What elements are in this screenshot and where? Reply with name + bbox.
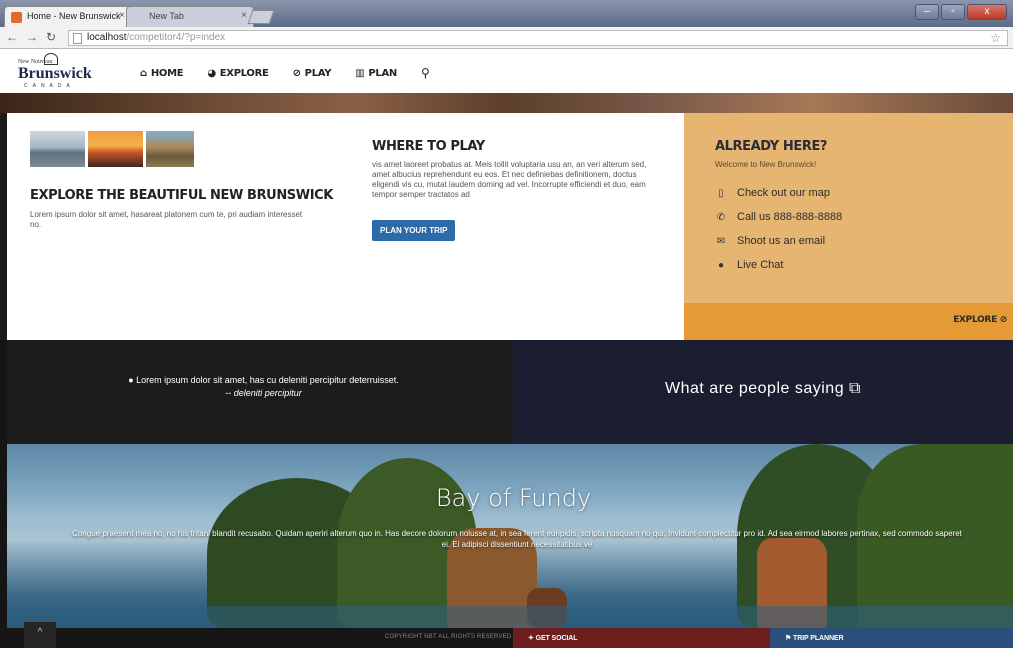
chat-bubble-icon: ● (128, 375, 137, 385)
welcome-text: Welcome to New Brunswick! (715, 160, 817, 169)
logo-main-text: Brunswick (18, 65, 92, 82)
search-icon: ⚲ (420, 66, 430, 80)
address-bar: ← → ↻ localhost/competitor4/?p=index ☆ (0, 27, 1013, 49)
chat-bubble-icon: ● (717, 259, 725, 271)
hero-water (7, 606, 1013, 628)
browser-tab-bar: Home - New Brunswick × New Tab × – ▫ x (0, 0, 1013, 27)
explore-link[interactable]: EXPLORE ⊘ (953, 315, 1007, 325)
bookmark-star-icon[interactable]: ☆ (990, 31, 1001, 45)
scroll-to-top-button[interactable]: ^ (24, 622, 56, 648)
quote-author: -- deleniti percipitur (225, 388, 302, 398)
explore-bar[interactable]: EXPLORE ⊘ (684, 303, 1013, 340)
contact-phone[interactable]: ✆ Call us 888-888-8888 (715, 205, 842, 229)
contact-list: ▯ Check out our map ✆ Call us 888-888-88… (715, 181, 842, 277)
globe-icon: ◕ (207, 67, 216, 79)
brand-logo[interactable]: New Nouveau Brunswick CANADA (18, 53, 98, 89)
quote-block: ● Lorem ipsum dolor sit amet, has cu del… (0, 340, 513, 444)
main-nav: ⌂ HOME ◕ EXPLORE ⊘ PLAY ▥ PLAN ⚲ (140, 66, 430, 80)
hero-title: Bay of Fundy (435, 484, 592, 512)
play-section: WHERE TO PLAY vis amet laoreet probatus … (342, 113, 684, 340)
thumbnail-gallery (30, 131, 194, 167)
contact-label: Call us 888-888-8888 (737, 211, 843, 223)
logo-sub-text: CANADA (24, 83, 75, 89)
url-host: localhost (87, 32, 127, 43)
minimize-button[interactable]: – (915, 4, 939, 20)
tab-label: New Tab (149, 11, 184, 21)
url-input[interactable]: localhost/competitor4/?p=index ☆ (68, 30, 1008, 46)
social-label: GET SOCIAL (535, 635, 578, 642)
bay-of-fundy-hero: Bay of Fundy Congue praesent mea no, no … (0, 444, 1013, 628)
map-icon: ▥ (355, 67, 365, 79)
nav-home[interactable]: ⌂ HOME (140, 66, 184, 80)
planner-label: TRIP PLANNER (793, 635, 844, 642)
explore-title: EXPLORE THE BEAUTIFUL NEW BRUNSWICK (30, 188, 333, 203)
nav-play[interactable]: ⊘ PLAY (293, 66, 332, 80)
page-icon (73, 33, 82, 44)
map-icon: ▯ (718, 187, 724, 199)
compass-icon: ⊘ (292, 67, 301, 79)
close-tab-icon[interactable]: × (241, 10, 247, 21)
explore-text: Lorem ipsum dolor sit amet, hasareat pla… (30, 210, 303, 229)
nav-label: EXPLORE (219, 67, 269, 79)
url-path: /competitor4/?p=index (126, 32, 226, 43)
new-tab-button[interactable] (247, 10, 275, 24)
thumbnail-rocks[interactable] (146, 131, 194, 167)
favicon-icon (11, 12, 22, 23)
already-here-section: ALREADY HERE? Welcome to New Brunswick! … (684, 113, 1013, 340)
window-controls: – ▫ x (915, 4, 1007, 20)
thumbnail-boat[interactable] (30, 131, 85, 167)
contact-label: Shoot us an email (737, 235, 826, 247)
nav-plan[interactable]: ▥ PLAN (355, 66, 397, 80)
site-header: New Nouveau Brunswick CANADA ⌂ HOME ◕ EX… (0, 49, 1013, 93)
nav-search[interactable]: ⚲ (421, 66, 430, 80)
trip-planner-link[interactable]: ⚑ TRIP PLANNER (770, 628, 1013, 648)
explore-section: EXPLORE THE BEAUTIFUL NEW BRUNSWICK Lore… (0, 113, 342, 340)
hero-text: Congue praesent mea no, no his tritani b… (72, 529, 962, 549)
envelope-icon: ✉ (716, 235, 726, 247)
maximize-button[interactable]: ▫ (941, 4, 965, 20)
nav-label: PLAY (304, 67, 332, 79)
map-marker-icon: ⚑ (785, 635, 794, 642)
play-title: WHERE TO PLAY (372, 139, 485, 154)
back-icon[interactable]: ← (6, 30, 18, 44)
plan-trip-button[interactable]: PLAN YOUR TRIP (372, 220, 456, 241)
footer-bar: ^ COPYRIGHT NBT ALL RIGHTS RESERVED ✦ GE… (0, 622, 1013, 648)
copyright-text: COPYRIGHT NBT ALL RIGHTS RESERVED (385, 634, 512, 640)
home-icon: ⌂ (140, 67, 147, 79)
contact-chat[interactable]: ● Live Chat (715, 253, 842, 277)
contact-email[interactable]: ✉ Shoot us an email (715, 229, 842, 253)
close-window-button[interactable]: x (967, 4, 1007, 20)
contact-label: Check out our map (737, 187, 830, 199)
contact-label: Live Chat (737, 259, 784, 271)
quote-text: Lorem ipsum dolor sit amet, has cu delen… (136, 375, 399, 385)
quote-text-row: ● Lorem ipsum dolor sit amet, has cu del… (7, 374, 520, 387)
play-text: vis amet laoreet probatus at. Meis tolli… (372, 160, 647, 199)
tab-label: Home - New Brunswick (27, 11, 121, 21)
testimonials-link[interactable]: What are people saying ⧉ (513, 380, 1013, 398)
get-social-link[interactable]: ✦ GET SOCIAL (513, 628, 770, 648)
thumbnail-sunset[interactable] (88, 131, 143, 167)
phone-icon: ✆ (716, 211, 726, 223)
contact-map[interactable]: ▯ Check out our map (715, 181, 842, 205)
close-tab-icon[interactable]: × (119, 10, 125, 21)
nav-explore[interactable]: ◕ EXPLORE (207, 66, 269, 80)
nav-label: HOME (150, 67, 184, 79)
tab-new[interactable]: New Tab × (126, 6, 254, 27)
twitter-icon: ✦ (528, 635, 536, 642)
testimonials-link-block[interactable]: What are people saying ⧉ (513, 340, 1013, 444)
reload-icon[interactable]: ↻ (46, 30, 56, 44)
nav-label: PLAN (368, 67, 397, 79)
header-banner-image (0, 93, 1013, 113)
forward-icon[interactable]: → (26, 30, 38, 44)
tab-home[interactable]: Home - New Brunswick × (4, 6, 132, 27)
already-here-title: ALREADY HERE? (715, 139, 828, 154)
